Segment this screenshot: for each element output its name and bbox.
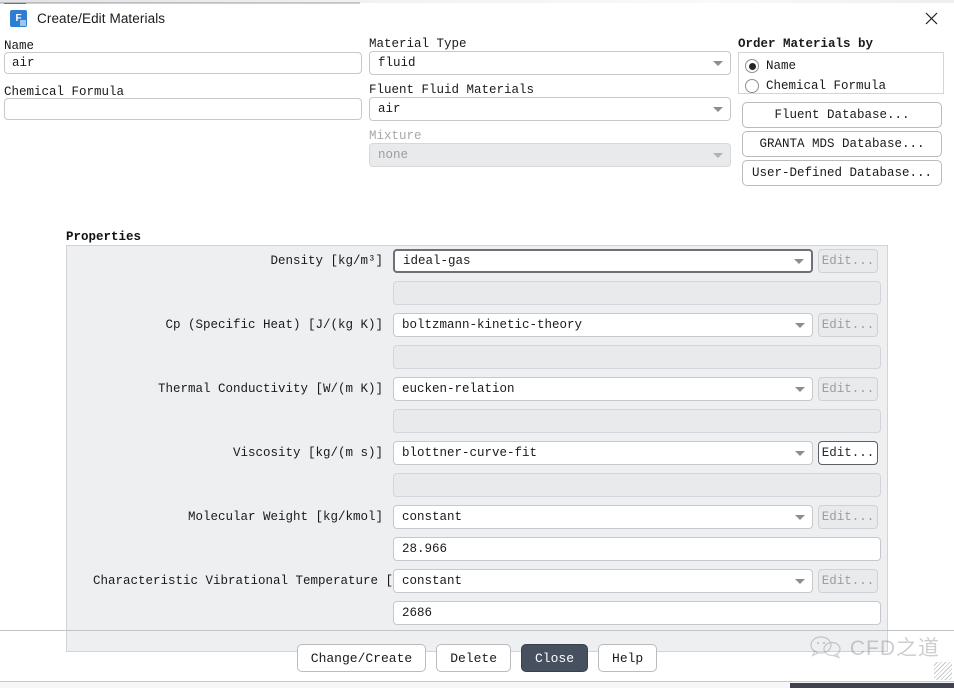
- property-method-value-density: ideal-gas: [403, 254, 471, 268]
- create-edit-materials-dialog: Create/Edit Materials Name air Chemical …: [0, 0, 954, 688]
- property-label-molecular-weight: Molecular Weight [kg/kmol]: [187, 510, 383, 524]
- properties-title: Properties: [66, 230, 142, 244]
- chemical-formula-input[interactable]: [4, 98, 362, 120]
- fluent-app-icon: [10, 9, 27, 27]
- edit-button-cp: Edit...: [818, 313, 878, 337]
- property-label-viscosity: Viscosity [kg/(m s)]: [232, 446, 383, 460]
- granta-mds-database-button[interactable]: GRANTA MDS Database...: [742, 131, 942, 157]
- name-label: Name: [4, 39, 35, 53]
- edit-button-characteristic-vibrational-temperature: Edit...: [818, 569, 878, 593]
- property-method-molecular-weight[interactable]: constant: [393, 505, 813, 529]
- mixture-label: Mixture: [369, 129, 422, 143]
- title-bar: Create/Edit Materials: [0, 4, 954, 32]
- chevron-down-icon: [795, 579, 805, 584]
- property-value-thermal-conductivity: [393, 409, 881, 433]
- fluent-database-button[interactable]: Fluent Database...: [742, 102, 942, 128]
- mixture-value: none: [378, 148, 409, 162]
- property-value-molecular-weight[interactable]: 28.966: [393, 537, 881, 561]
- footer-separator: [0, 630, 954, 631]
- resize-grip[interactable]: [934, 662, 952, 680]
- radio-indicator-chemical-formula: [745, 79, 759, 93]
- mixture-select: none: [369, 143, 731, 167]
- chevron-down-icon: [795, 323, 805, 328]
- radio-order-by-name[interactable]: Name: [745, 57, 943, 75]
- property-method-value-cp: boltzmann-kinetic-theory: [402, 318, 583, 332]
- fluent-fluid-materials-select[interactable]: air: [369, 97, 731, 121]
- close-icon[interactable]: [908, 4, 954, 32]
- radio-order-by-chemical-formula[interactable]: Chemical Formula: [745, 77, 943, 95]
- property-method-value-characteristic-vibrational-temperature: constant: [402, 574, 463, 588]
- property-label-characteristic-vibrational-temperature: Characteristic Vibrational Temperature […: [93, 574, 409, 588]
- order-materials-by-label: Order Materials by: [738, 37, 874, 51]
- chevron-down-icon: [795, 515, 805, 520]
- edit-button-density: Edit...: [818, 249, 878, 273]
- radio-indicator-name: [745, 59, 759, 73]
- property-label-cp: Cp (Specific Heat) [J/(kg K)]: [165, 318, 383, 332]
- property-label-density: Density [kg/m³]: [270, 254, 383, 268]
- chevron-down-icon: [713, 107, 723, 112]
- property-method-value-molecular-weight: constant: [402, 510, 463, 524]
- window-title: Create/Edit Materials: [37, 10, 166, 26]
- radio-label-name: Name: [766, 59, 797, 73]
- chevron-down-icon: [713, 153, 723, 158]
- property-value-viscosity: [393, 473, 881, 497]
- chemical-formula-label: Chemical Formula: [4, 85, 125, 99]
- property-value-density: [393, 281, 881, 305]
- edit-button-viscosity[interactable]: Edit...: [818, 441, 878, 465]
- chevron-down-icon: [794, 259, 804, 264]
- property-value-characteristic-vibrational-temperature[interactable]: 2686: [393, 601, 881, 625]
- dialog-body: Name air Chemical Formula Material Type …: [0, 32, 954, 652]
- property-method-value-viscosity: blottner-curve-fit: [402, 446, 538, 460]
- chevron-down-icon: [713, 61, 723, 66]
- property-label-thermal-conductivity: Thermal Conductivity [W/(m K)]: [157, 382, 383, 396]
- property-method-density[interactable]: ideal-gas: [393, 249, 813, 273]
- chevron-down-icon: [795, 451, 805, 456]
- edit-button-thermal-conductivity: Edit...: [818, 377, 878, 401]
- window-footer-dark-strip: [790, 683, 954, 688]
- material-type-label: Material Type: [369, 37, 467, 51]
- chevron-down-icon: [795, 387, 805, 392]
- close-button[interactable]: Close: [521, 644, 589, 672]
- property-method-value-thermal-conductivity: eucken-relation: [402, 382, 515, 396]
- order-materials-by-group: Name Chemical Formula: [738, 52, 944, 94]
- property-method-cp[interactable]: boltzmann-kinetic-theory: [393, 313, 813, 337]
- fluent-fluid-materials-value: air: [378, 102, 401, 116]
- material-type-select[interactable]: fluid: [369, 51, 731, 75]
- help-button[interactable]: Help: [598, 644, 658, 672]
- property-method-characteristic-vibrational-temperature[interactable]: constant: [393, 569, 813, 593]
- property-method-viscosity[interactable]: blottner-curve-fit: [393, 441, 813, 465]
- radio-label-chemical-formula: Chemical Formula: [766, 79, 887, 93]
- fluent-fluid-materials-label: Fluent Fluid Materials: [369, 83, 535, 97]
- material-type-value: fluid: [378, 56, 416, 70]
- name-input[interactable]: air: [4, 52, 362, 74]
- footer-button-bar: Change/Create Delete Close Help: [0, 644, 954, 672]
- delete-button[interactable]: Delete: [436, 644, 511, 672]
- edit-button-molecular-weight: Edit...: [818, 505, 878, 529]
- change-create-button[interactable]: Change/Create: [296, 644, 427, 672]
- user-defined-database-button[interactable]: User-Defined Database...: [742, 160, 942, 186]
- property-value-cp: [393, 345, 881, 369]
- property-method-thermal-conductivity[interactable]: eucken-relation: [393, 377, 813, 401]
